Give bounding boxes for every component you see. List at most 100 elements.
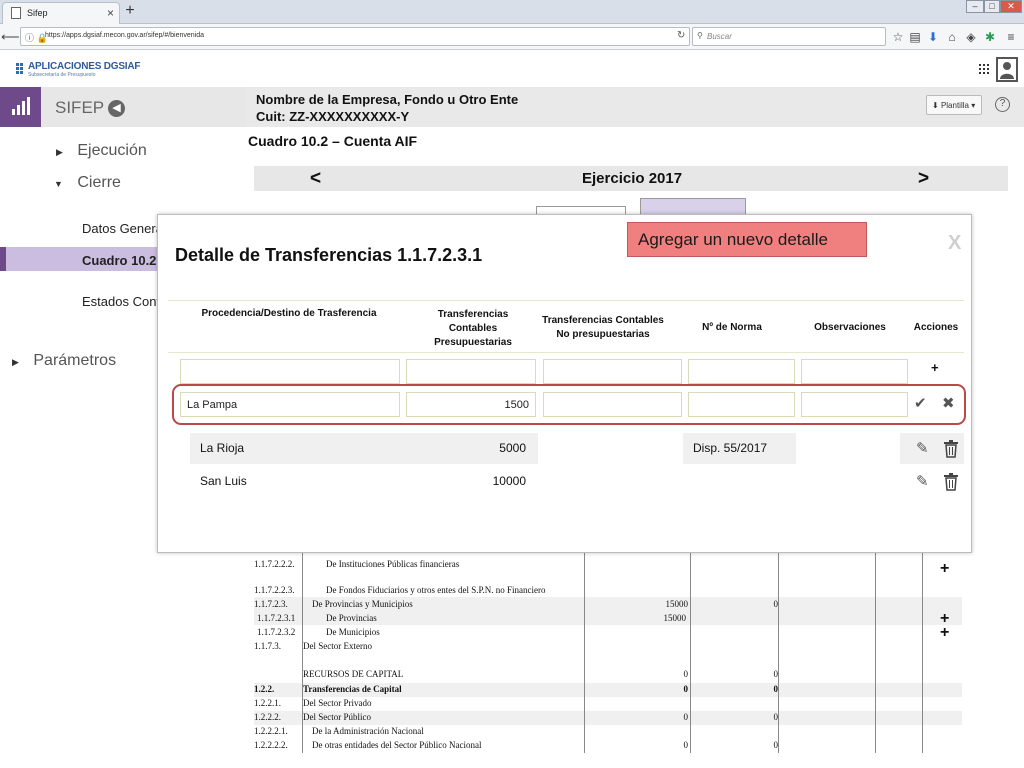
row-desc: Del Sector Privado xyxy=(303,698,372,708)
row-value: 15000 xyxy=(665,599,689,609)
row-desc: De Provincias xyxy=(326,613,377,623)
no-presupuestarias-input[interactable] xyxy=(543,392,682,417)
site-info-icon[interactable]: ⓘ 🔒 xyxy=(25,31,48,44)
procedencia-input[interactable] xyxy=(180,359,400,384)
row-code: 1.1.7.2.3. xyxy=(254,599,288,609)
row-desc: De Instituciones Públicas financieras xyxy=(326,559,460,569)
row-desc: RECURSOS DE CAPITAL xyxy=(303,669,404,679)
sidebar-item-cierre[interactable]: ▼ Cierre xyxy=(54,174,121,192)
row-desc: De otras entidades del Sector Público Na… xyxy=(312,740,482,750)
reload-icon[interactable]: ↻ xyxy=(677,30,685,41)
user-avatar-icon[interactable] xyxy=(996,57,1018,82)
cell-observaciones xyxy=(796,466,900,497)
sidebar-item-parametros[interactable]: ▶ Parámetros xyxy=(12,352,116,370)
back-icon[interactable]: ⟵ xyxy=(1,28,20,46)
add-row-icon[interactable]: + xyxy=(931,360,939,375)
reading-list-icon[interactable]: ▤ xyxy=(908,30,922,44)
cell-procedencia: La Rioja xyxy=(200,441,245,455)
browser-tab-bar xyxy=(0,0,1024,24)
logo-title: APLICACIONES DGSIAF xyxy=(28,61,141,72)
confirm-check-icon[interactable]: ✔ xyxy=(914,394,927,412)
search-placeholder: Buscar xyxy=(707,32,732,41)
row-desc: De Provincias y Municipios xyxy=(312,599,413,609)
search-icon: ⚲ xyxy=(697,31,703,40)
row-desc: De Fondos Fiduciarios y otros entes del … xyxy=(326,585,546,595)
search-input[interactable]: ⚲ Buscar xyxy=(692,27,886,46)
prev-year-button[interactable]: < xyxy=(310,168,321,190)
cell-procedencia: San Luis xyxy=(200,474,247,488)
row-code: 1.1.7.2.2.3. xyxy=(254,585,295,595)
norma-input[interactable] xyxy=(688,359,795,384)
presupuestarias-input[interactable]: 1500 xyxy=(406,392,536,417)
cell-no-presupuestarias xyxy=(538,466,683,497)
callout-note: Agregar un nuevo detalle xyxy=(627,222,867,257)
download-icon: ⬇ xyxy=(932,101,939,110)
edit-pencil-icon[interactable]: ✎ xyxy=(916,439,929,457)
sidebar-item-label: Parámetros xyxy=(33,352,117,369)
sidebar-title: SIFEP xyxy=(55,98,105,117)
row-value: 0 xyxy=(773,684,779,694)
url-text: https://apps.dgsiaf.mecon.gov.ar/sifep/#… xyxy=(45,32,205,39)
procedencia-input[interactable]: La Pampa xyxy=(180,392,400,417)
extension-icon[interactable]: ✱ xyxy=(983,30,997,44)
minimize-icon[interactable]: – xyxy=(966,0,984,13)
cell-observaciones xyxy=(796,433,900,464)
edit-pencil-icon[interactable]: ✎ xyxy=(916,472,929,490)
menu-icon[interactable]: ≡ xyxy=(1004,30,1018,44)
add-detail-icon[interactable]: + xyxy=(940,624,949,642)
collapse-back-icon[interactable]: ◀ xyxy=(108,100,125,117)
divider xyxy=(168,352,964,353)
cancel-x-icon[interactable]: ✖ xyxy=(942,394,955,412)
company-name: Nombre de la Empresa, Fondo u Otro Ente xyxy=(256,92,519,107)
row-code: 1.1.7.3. xyxy=(254,641,281,651)
help-icon[interactable]: ? xyxy=(995,97,1010,112)
caret-right-icon: ▶ xyxy=(12,357,19,367)
downloads-icon[interactable]: ⬇ xyxy=(926,30,940,44)
plantilla-label: Plantilla xyxy=(940,101,969,110)
maximize-icon[interactable]: □ xyxy=(984,0,1000,13)
tab-close-icon[interactable]: × xyxy=(107,6,114,20)
cell-presupuestarias: 10000 xyxy=(492,474,526,488)
home-icon[interactable]: ⌂ xyxy=(945,30,959,44)
row-value: 0 xyxy=(683,712,689,722)
cell-norma: Disp. 55/2017 xyxy=(693,441,768,455)
add-detail-icon[interactable]: + xyxy=(940,560,949,578)
trash-icon[interactable] xyxy=(943,440,959,462)
no-presupuestarias-input[interactable] xyxy=(543,359,682,384)
sidebar-subitem-datos-generales[interactable]: Datos Genera xyxy=(82,221,163,236)
norma-input[interactable] xyxy=(688,392,795,417)
row-value: 0 xyxy=(773,740,779,750)
new-tab-button[interactable]: + xyxy=(122,0,138,22)
presupuestarias-input[interactable] xyxy=(406,359,536,384)
close-icon[interactable]: X xyxy=(948,232,961,255)
pocket-icon[interactable]: ◈ xyxy=(964,30,978,44)
sidebar-subitem-estados-contables[interactable]: Estados Cont xyxy=(82,294,160,309)
row-desc: Transferencias de Capital xyxy=(303,684,402,694)
row-code: 1.2.2.2.2. xyxy=(254,740,288,750)
row-value: 0 xyxy=(683,684,689,694)
window-close-icon[interactable]: ✕ xyxy=(1000,0,1022,13)
row-value: 0 xyxy=(683,669,689,679)
row-desc: De Municipios xyxy=(326,627,380,637)
divider xyxy=(168,300,964,301)
column-header-acciones: Acciones xyxy=(913,322,959,333)
app-header xyxy=(0,51,1024,87)
observaciones-input[interactable] xyxy=(801,392,908,417)
address-bar[interactable]: ⓘ 🔒 https://apps.dgsiaf.mecon.gov.ar/sif… xyxy=(20,27,690,46)
observaciones-input[interactable] xyxy=(801,359,908,384)
page-title: Cuadro 10.2 – Cuenta AIF xyxy=(248,133,418,149)
row-code: 1.2.2.2. xyxy=(254,712,281,722)
sidebar-subitem-cuadro-10-2[interactable]: Cuadro 10.2 xyxy=(82,253,156,268)
column-header-observaciones: Observaciones xyxy=(814,322,886,333)
chart-icon xyxy=(0,87,41,127)
next-year-button[interactable]: > xyxy=(918,168,929,190)
plantilla-button[interactable]: ⬇ Plantilla ▾ xyxy=(926,95,982,115)
window-controls: – □ ✕ xyxy=(966,0,1022,14)
tab-title: Sifep xyxy=(27,8,48,18)
apps-grid-icon[interactable] xyxy=(979,64,989,74)
sidebar-item-ejecucion[interactable]: ▶ Ejecución xyxy=(56,142,147,160)
trash-icon[interactable] xyxy=(943,473,959,495)
bookmark-star-icon[interactable]: ☆ xyxy=(891,30,905,44)
company-cuit: Cuit: ZZ-XXXXXXXXXX-Y xyxy=(256,109,410,124)
browser-tab[interactable]: Sifep × xyxy=(2,2,120,24)
